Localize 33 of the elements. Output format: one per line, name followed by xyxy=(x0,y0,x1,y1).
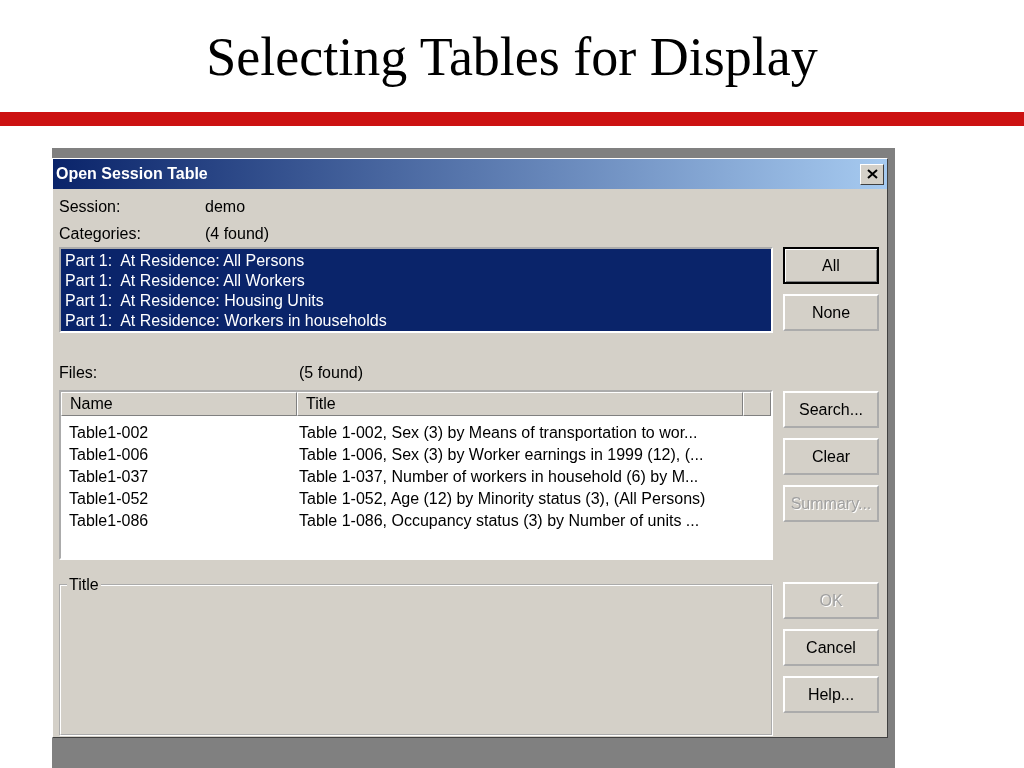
close-button[interactable] xyxy=(860,163,884,185)
files-count: (5 found) xyxy=(299,363,364,382)
title-group-label: Title xyxy=(68,576,100,594)
dialog-button[interactable]: Clear xyxy=(783,438,879,475)
table-cell-text: Table1-052 xyxy=(68,489,150,509)
categories-label: Categories: xyxy=(59,224,142,243)
table-cell-text: Table 1-037, Number of workers in household (6) by M... xyxy=(299,467,699,487)
table-cell-text: Table1-002 xyxy=(68,423,150,443)
files-label: Files: xyxy=(59,363,99,382)
slide-title: Selecting Tables for Display xyxy=(205,26,819,89)
table-cell-text: Table 1-086, Occupancy status (3) by Number of units ... xyxy=(299,511,700,531)
session-label: Session: xyxy=(59,197,122,216)
table-cell-text: Table1-006 xyxy=(68,445,150,465)
table-cell-text: Table 1-002, Sex (3) by Means of transportation to wor... xyxy=(299,423,698,443)
dialog-button[interactable]: None xyxy=(783,294,879,331)
table-cell-text: Table1-086 xyxy=(68,511,150,531)
dialog-button[interactable]: Help... xyxy=(783,676,879,713)
session-value: demo xyxy=(205,197,246,216)
column-header[interactable]: Title xyxy=(297,392,743,416)
dialog-button[interactable]: Search... xyxy=(783,391,879,428)
table-cell-text: Table 1-052, Age (12) by Minority status (3), (All Persons) xyxy=(299,489,706,509)
category-item[interactable]: Part 1: At Residence: All Persons xyxy=(65,251,767,271)
category-item[interactable]: Part 1: At Residence: Housing Units xyxy=(65,291,767,311)
category-item[interactable]: Part 1: At Residence: All Workers xyxy=(65,271,767,291)
category-item[interactable]: Part 1: At Residence: Workers in households xyxy=(65,311,767,331)
window-title: Open Session Table xyxy=(56,165,208,183)
dialog-button[interactable]: Cancel xyxy=(783,629,879,666)
column-header[interactable]: Name xyxy=(61,392,297,416)
table-cell-text: Table 1-006, Sex (3) by Worker earnings in 1999 (12), (... xyxy=(299,445,704,465)
dialog-button[interactable]: All xyxy=(783,247,879,284)
categories-count: (4 found) xyxy=(205,224,270,243)
table-cell-text: Table1-037 xyxy=(68,467,150,487)
close-icon xyxy=(866,169,878,179)
